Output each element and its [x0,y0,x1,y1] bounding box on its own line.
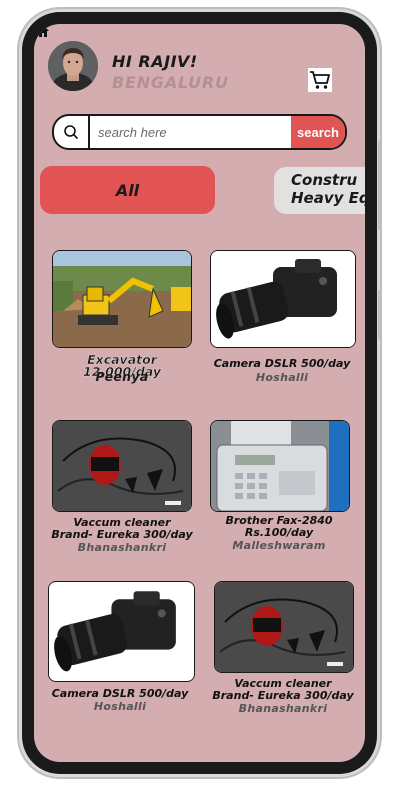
side-button [378,140,382,230]
product-card-camera[interactable] [48,581,195,682]
product-location: Bhanashankri [238,702,328,715]
search-button[interactable]: search [291,116,345,148]
search-bar: search [52,114,347,150]
product-card-fax[interactable] [210,420,350,512]
product-location: Bhanashankri [77,541,167,554]
product-title: Camera DSLR 500/day [51,687,189,700]
search-icon[interactable] [54,116,90,148]
product-title-line2: Brand- Eureka 300/day [212,689,354,702]
product-title: Camera DSLR 500/day [213,357,351,370]
vacuum-cleaner-image [215,582,353,672]
volume-button [378,290,382,340]
avatar[interactable] [48,41,98,91]
product-card-vacuum[interactable] [214,581,354,673]
search-input[interactable] [94,116,292,148]
category-label: All [115,180,140,200]
product-location: Hoshalli [93,700,147,713]
product-location: Hoshalli [255,371,309,384]
product-title-line2: Brand- Eureka 300/day [51,528,193,541]
category-all-chip[interactable]: All [40,166,215,214]
product-location: Malleshwaram [232,539,326,552]
product-title-line2: Rs.100/day [244,526,314,539]
city-label[interactable]: BENGALURU [112,73,229,92]
category-label-line1: Constru [291,171,358,189]
product-location: Peenya [95,369,149,384]
vacuum-cleaner-image [53,421,191,511]
product-card-vacuum[interactable] [52,420,192,512]
greeting-text: HI RAJIV! [112,52,198,71]
category-construction-chip[interactable]: Constru Heavy Eq [274,167,365,214]
product-card-excavator[interactable] [52,250,192,348]
fax-machine-image [211,421,349,511]
home-icon[interactable] [36,24,50,38]
category-label-line2: Heavy Eq [291,189,365,207]
excavator-image [53,251,191,347]
cart-button[interactable] [308,68,332,92]
cart-icon [310,71,330,89]
dslr-camera-image [49,583,194,680]
product-card-camera[interactable] [210,250,356,348]
dslr-camera-image [211,251,355,347]
app-screen: HI RAJIV! BENGALURU search All Constru H… [34,24,365,762]
